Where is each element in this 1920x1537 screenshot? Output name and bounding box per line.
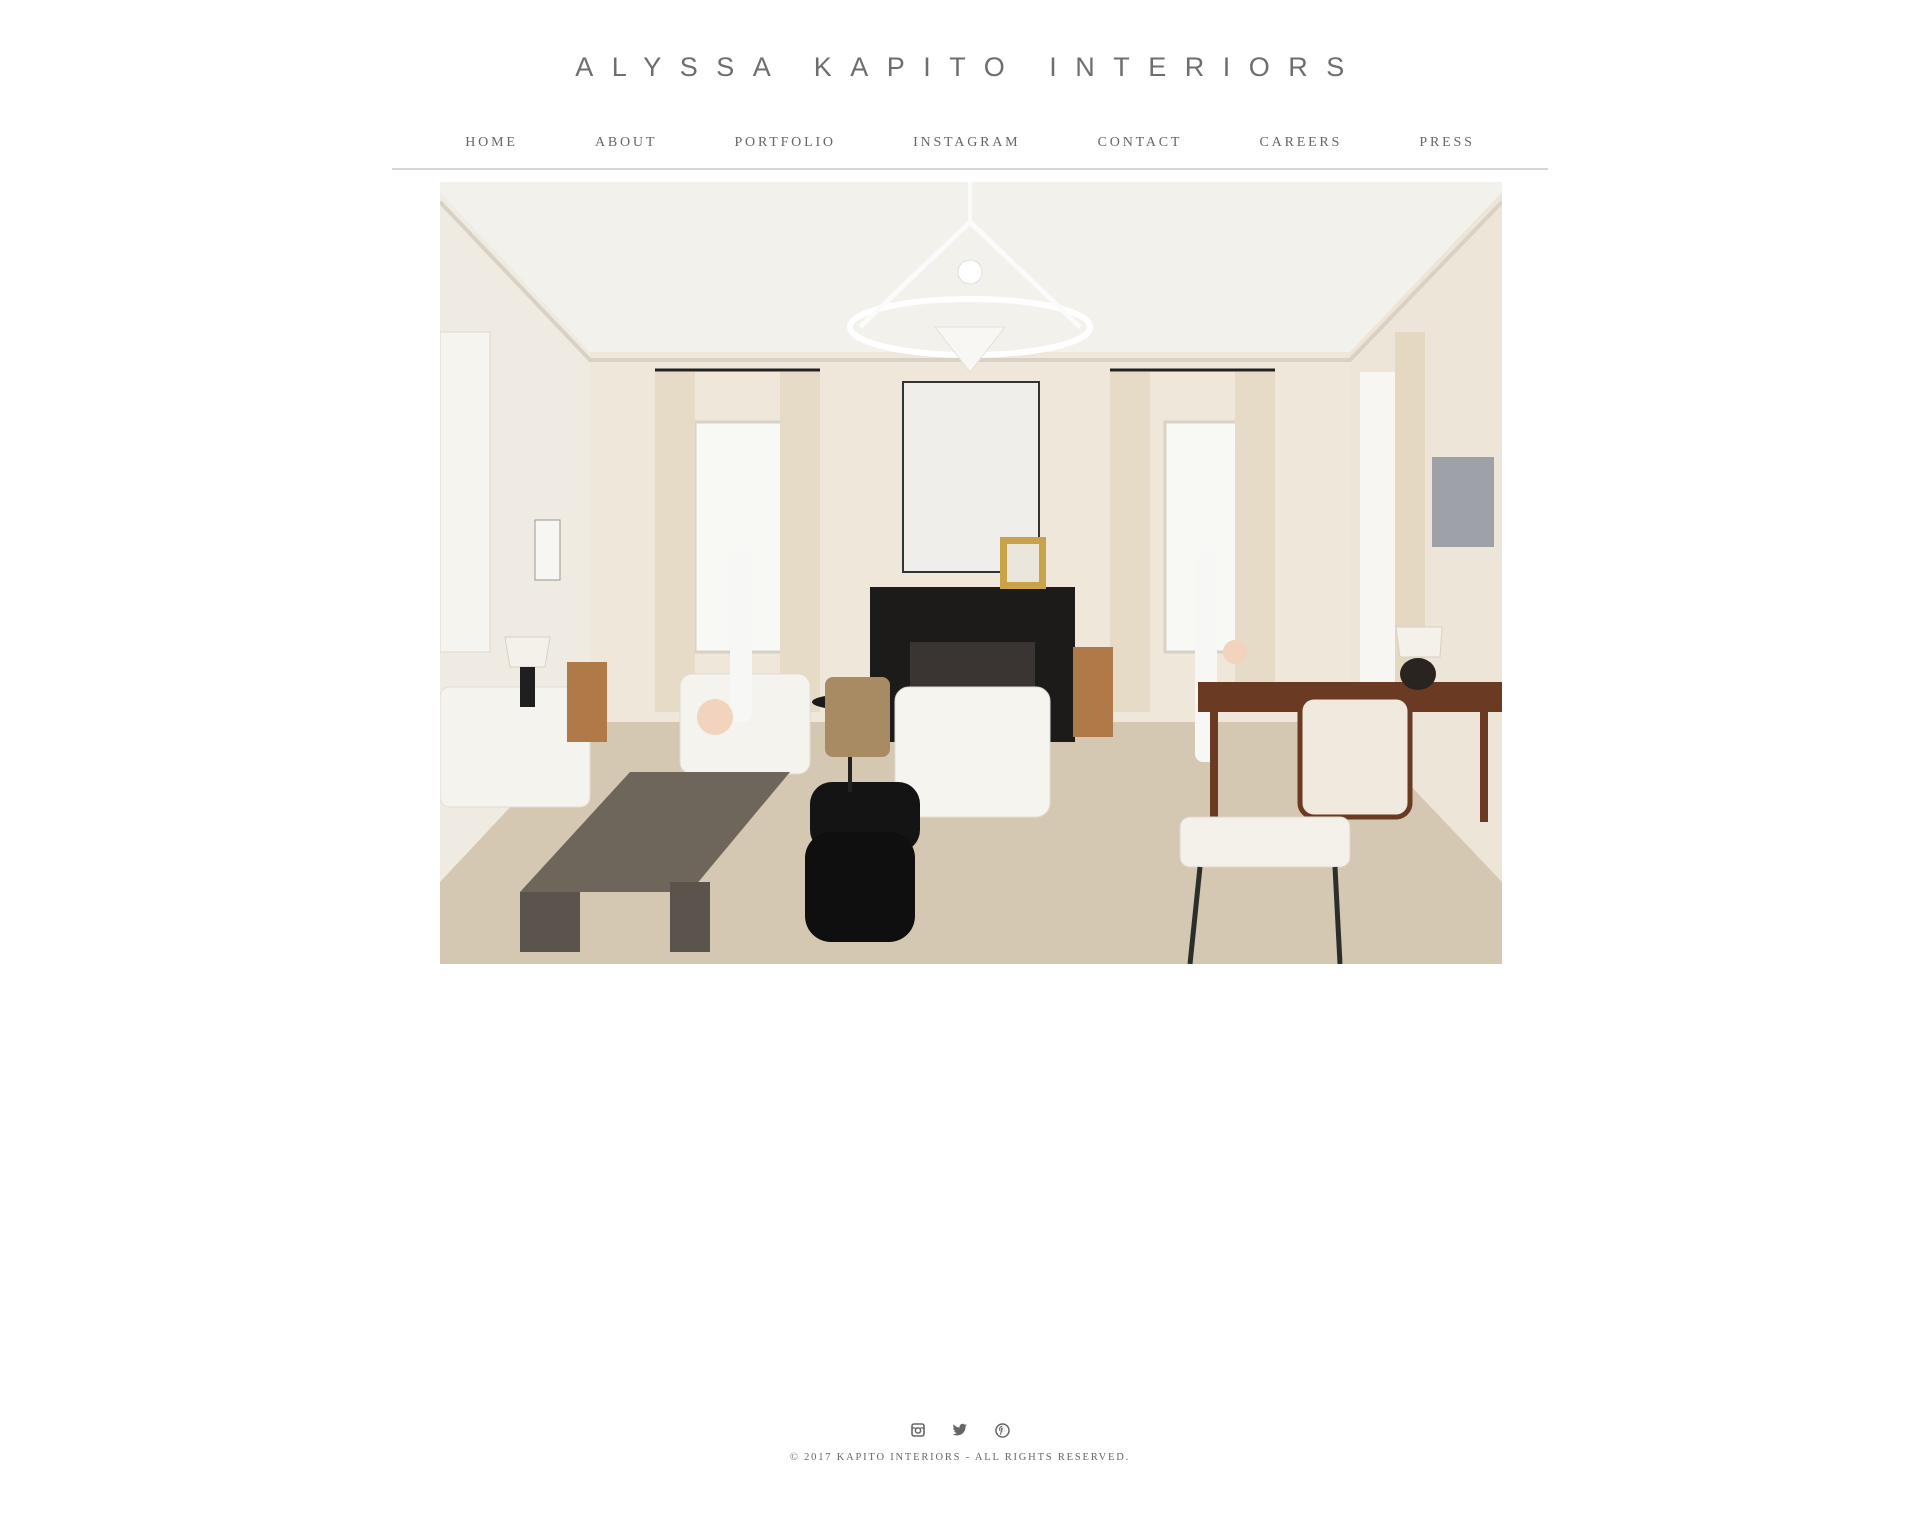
nav-about[interactable]: ABOUT	[591, 128, 661, 158]
nav-careers[interactable]: CAREERS	[1256, 128, 1347, 158]
nav-contact[interactable]: CONTACT	[1094, 128, 1187, 158]
nav-press[interactable]: PRESS	[1415, 128, 1478, 158]
nav-instagram[interactable]: INSTAGRAM	[909, 128, 1024, 158]
site-logo[interactable]: ALYSSA KAPITO INTERIORS	[0, 52, 1920, 83]
nav-portfolio[interactable]: PORTFOLIO	[730, 128, 839, 158]
copyright-text: © 2017 KAPITO INTERIORS - ALL RIGHTS RES…	[789, 1452, 1131, 1463]
nav-home[interactable]: HOME	[461, 128, 521, 158]
main-nav: HOME ABOUT PORTFOLIO INSTAGRAM CONTACT C…	[392, 128, 1548, 170]
twitter-icon[interactable]	[950, 1420, 970, 1440]
pinterest-icon[interactable]	[992, 1420, 1012, 1440]
social-links	[0, 1420, 1920, 1440]
instagram-icon[interactable]	[908, 1420, 928, 1440]
hero-image	[440, 182, 1502, 964]
